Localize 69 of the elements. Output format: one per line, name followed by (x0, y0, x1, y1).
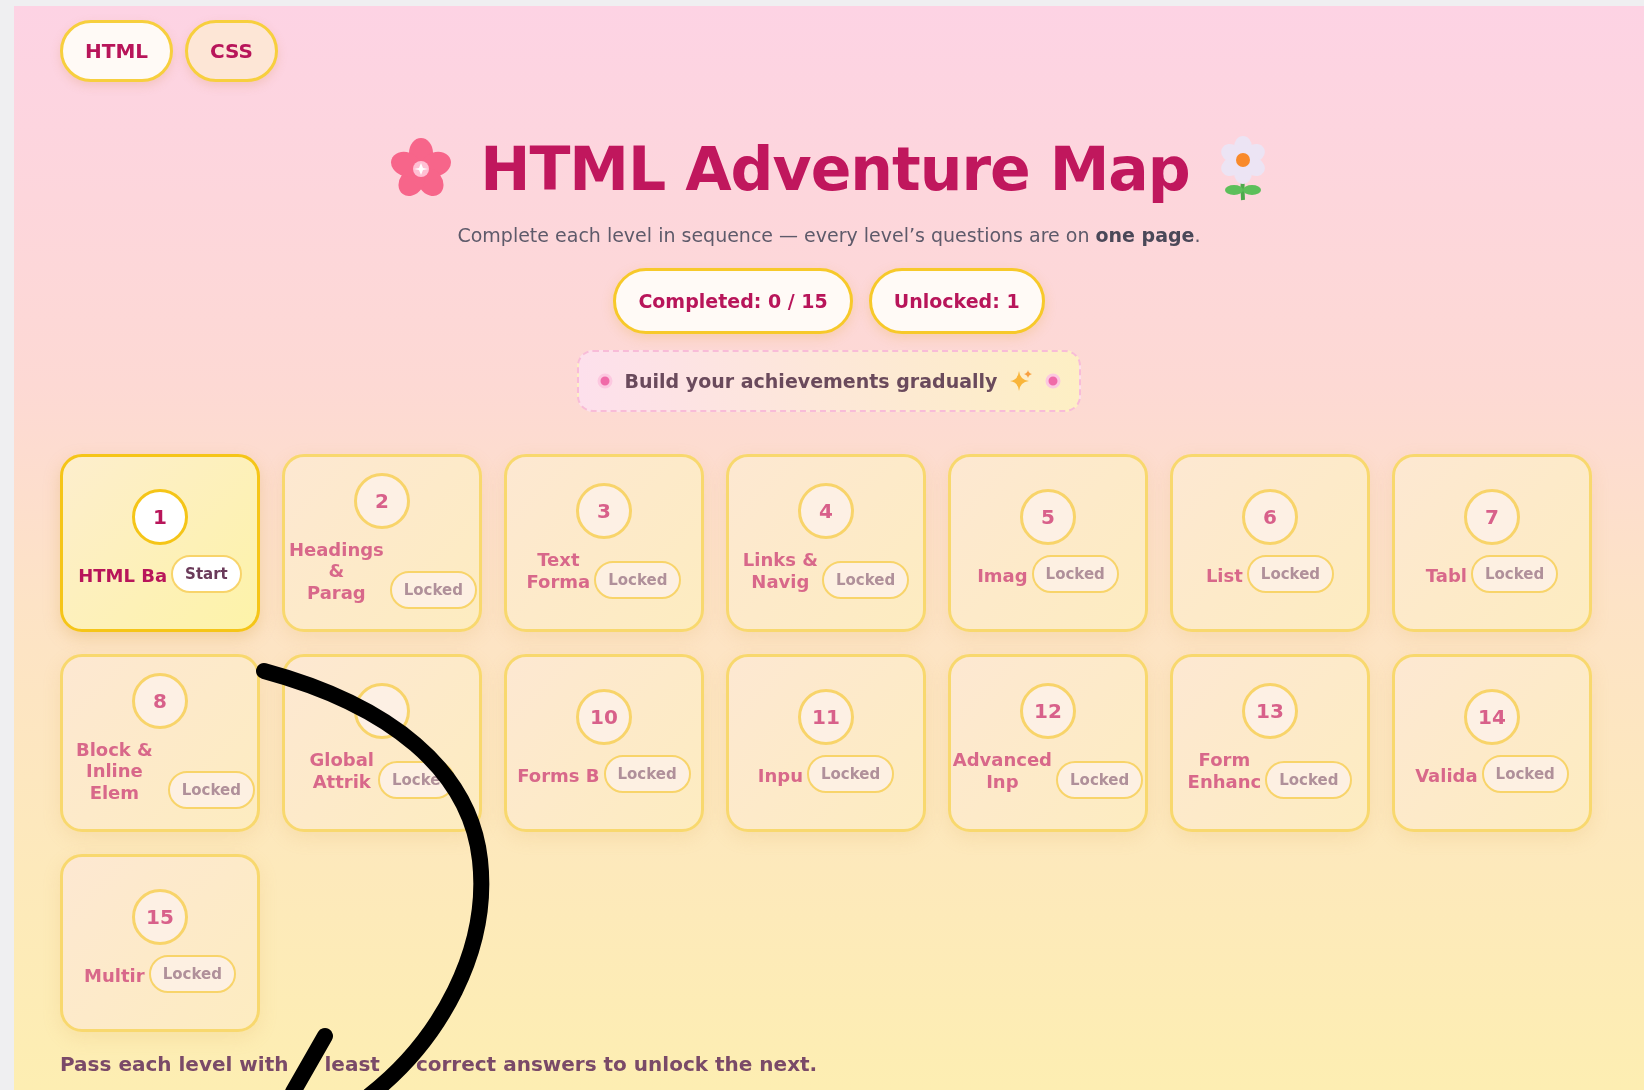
status-badge: Locked (807, 755, 895, 793)
level-number: 11 (798, 689, 854, 745)
stat-pill: Completed: 0 / 15 (613, 268, 853, 334)
level-card[interactable]: 7 Tabl Locked (1392, 454, 1592, 632)
page-title: HTML Adventure Map (480, 134, 1190, 204)
status-badge: Locked (167, 771, 255, 810)
level-card[interactable]: 5 Imag Locked (948, 454, 1148, 632)
subtitle: Complete each level in sequence — every level’s questions are on one page. (457, 224, 1201, 246)
level-number: 12 (1020, 683, 1076, 740)
level-card[interactable]: 2 Headings & Parag Locked (282, 454, 482, 632)
level-card[interactable]: 11 Inpu Locked (726, 654, 926, 832)
level-title: Form Enhanc (1187, 749, 1262, 793)
level-number: 7 (1464, 489, 1520, 545)
footer-note: Pass each level with (60, 1052, 289, 1076)
level-card[interactable]: 10 Forms B Locked (504, 654, 704, 832)
status-badge: Locked (1470, 555, 1559, 593)
level-title: Text Forma (526, 549, 591, 593)
level-title: Block & Inline Elem (74, 738, 154, 804)
status-badge: Locked (603, 755, 691, 793)
level-title: Headings & Parag (287, 538, 385, 604)
level-number: 13 (1242, 683, 1298, 740)
level-number: 1 (132, 489, 188, 545)
status-badge: Locked (594, 560, 682, 599)
status-badge: Locked (1246, 555, 1335, 593)
level-title: Links & Navig (742, 549, 818, 593)
level-title: HTML Ba (78, 565, 168, 587)
language-tab[interactable]: CSS (185, 20, 278, 82)
dot-icon (1045, 373, 1062, 389)
level-title: Global Attrik (309, 749, 374, 793)
level-number: 2 (354, 472, 410, 529)
status-badge: Locked (821, 560, 910, 599)
level-title: List (1205, 565, 1243, 587)
level-card[interactable]: 14 Valida Locked (1392, 654, 1592, 832)
level-card[interactable]: 13 Form Enhanc Locked (1170, 654, 1370, 832)
level-card[interactable]: 1 HTML Ba Start (60, 454, 260, 632)
banner-text: Build your achievements gradually (624, 370, 998, 392)
language-tab[interactable]: HTML (60, 20, 174, 82)
level-title: Valida (1415, 765, 1478, 787)
level-number: 6 (1242, 489, 1298, 545)
level-number: 3 (576, 483, 632, 540)
level-number: 5 (1020, 489, 1076, 545)
status-badge: Locked (389, 571, 477, 610)
level-number: 10 (576, 689, 632, 745)
footer-note: correct answers to unlock the next. (415, 1052, 818, 1076)
level-card[interactable]: 3 Text Forma Locked (504, 454, 704, 632)
level-card[interactable]: 6 List Locked (1170, 454, 1370, 632)
level-number: 4 (798, 483, 854, 540)
status-badge: Locked (1056, 760, 1144, 799)
footer-note: least (324, 1052, 380, 1076)
level-title: Inpu (757, 765, 803, 787)
stat-pill: Unlocked: 1 (868, 268, 1045, 334)
status-badge: Locked (1031, 555, 1119, 593)
level-title: Forms B (517, 765, 600, 787)
level-title: Multir (84, 965, 145, 987)
status-badge: Locked (1481, 755, 1569, 793)
level-card[interactable]: 8 Block & Inline Elem Locked (60, 654, 260, 832)
level-title: Advanced Inp (952, 749, 1052, 793)
level-number: 15 (132, 889, 188, 945)
status-badge: Start (171, 555, 242, 593)
level-card[interactable]: 15 Multir Locked (60, 854, 260, 1032)
status-badge: Locked (1265, 760, 1353, 799)
level-number: 8 (132, 672, 188, 729)
status-badge: Locked (148, 955, 236, 993)
level-title: Imag (977, 565, 1028, 587)
level-number: 14 (1464, 689, 1520, 745)
level-card[interactable]: 12 Advanced Inp Locked (948, 654, 1148, 832)
level-title: Tabl (1425, 565, 1467, 587)
dot-icon (596, 373, 613, 389)
level-card[interactable]: 4 Links & Navig Locked (726, 454, 926, 632)
